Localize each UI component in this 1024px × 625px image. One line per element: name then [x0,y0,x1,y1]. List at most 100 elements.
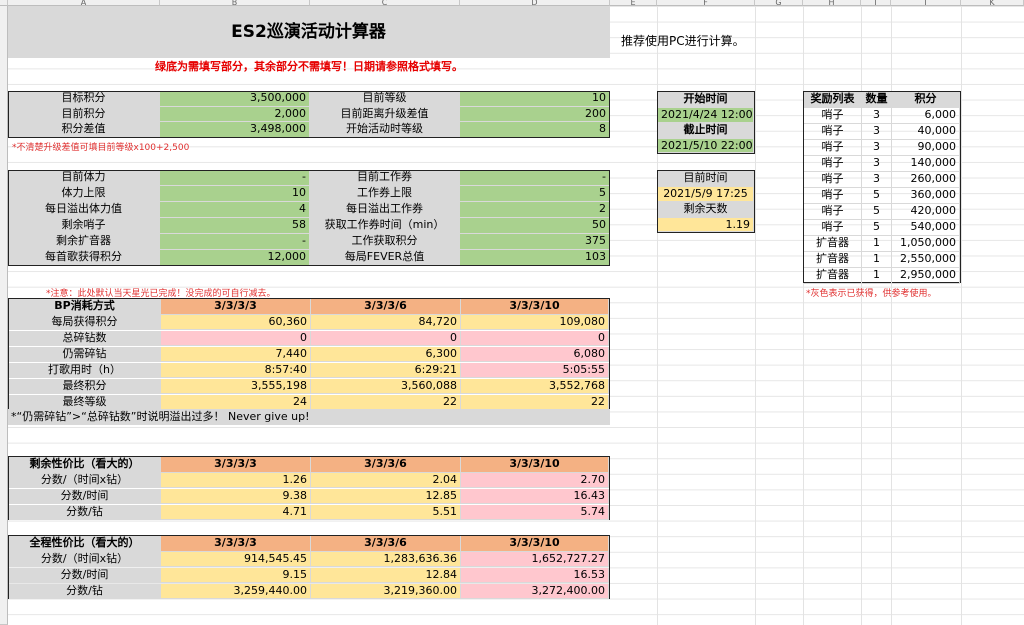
full_ratio-cell: 9.15 [161,568,311,583]
row-number-strip[interactable] [0,6,8,625]
col-header-e[interactable]: E [610,0,657,6]
bp-cell: 仍需碎钻 [9,347,161,362]
reward-item: 哨子 [804,124,862,140]
full_ratio-header: 3/3/3/3 [161,536,311,552]
reward-qty: 1 [862,236,892,252]
full_ratio-cell: 12.84 [311,568,461,583]
resource-input[interactable]: 2 [460,202,610,218]
full_ratio-cell: 分数/（时间x钻） [9,552,161,567]
reward-note: *灰色表示已获得，供参考使用。 [806,289,937,299]
remain_ratio-cell: 分数/（时间x钻） [9,473,161,488]
reward-item: 哨子 [804,108,862,124]
col-header-f[interactable]: F [657,0,755,6]
resource-label: 每首歌获得积分 [8,250,160,266]
resource-input[interactable]: 375 [460,234,610,250]
subtitle: 绿底为需填写部分，其余部分不需填写！日期请参照格式填写。 [155,60,463,73]
resource-input[interactable]: 10 [160,186,310,202]
resource-input[interactable]: - [460,170,610,186]
bp-cell: 8:57:40 [161,363,311,378]
remain_ratio-header: 3/3/3/10 [461,457,609,473]
reward-qty: 1 [862,252,892,268]
current-score-input[interactable]: 2,000 [160,107,310,122]
remain_ratio-header: 3/3/3/3 [161,457,311,473]
bp-cell: 打歌用时（h） [9,363,161,378]
reward-header: 奖励列表 [804,92,862,108]
full_ratio-cell: 914,545.45 [161,552,311,567]
remain_ratio-cell: 2.04 [311,473,461,488]
reward-qty: 5 [862,188,892,204]
remaining-days-label: 剩余天数 [658,202,754,218]
full_ratio-cell: 1,652,727.27 [461,552,609,567]
resource-input[interactable]: 4 [160,202,310,218]
full_ratio-header: 3/3/3/6 [311,536,461,552]
col-header-k[interactable]: K [961,0,1024,6]
bp-header: 3/3/3/3 [161,299,311,315]
start-level-input[interactable]: 8 [460,122,610,138]
reward-qty: 3 [862,156,892,172]
reward-qty: 5 [862,204,892,220]
reward-points: 360,000 [892,188,960,204]
resource-section: 目前体力 - 目前工作券 - 体力上限 10 工作券上限 5 每日溢出体力值 4 每日溢出工作券 2 剩… [8,170,610,266]
col-header-h[interactable]: H [803,0,861,6]
bp-cell: 5:05:55 [461,363,609,378]
bp-header: 3/3/3/6 [311,299,461,315]
reward-points: 6,000 [892,108,960,124]
reward-qty: 3 [862,140,892,156]
bp-cell: 109,080 [461,315,609,330]
remain_ratio-cell: 5.74 [461,505,609,520]
resource-label: 体力上限 [8,186,160,202]
reward-item: 哨子 [804,172,862,188]
reward-points: 420,000 [892,204,960,220]
bp-cell: 0 [161,331,311,346]
resource-input[interactable]: 58 [160,218,310,234]
bp-cell: 最终积分 [9,379,161,394]
reward-qty: 5 [862,220,892,236]
target-score-label: 目标积分 [8,91,160,107]
now-time-box: 目前时间 2021/5/9 17:25 剩余天数 1.19 [657,170,755,233]
full_ratio-cell: 分数/钻 [9,584,161,599]
now-time-value: 2021/5/9 17:25 [658,187,754,202]
bp-cell: 6,080 [461,347,609,362]
current-score-label: 目前积分 [8,107,160,122]
level-diff-label: 目前距离升级差值 [310,107,460,122]
col-header-i[interactable]: I [861,0,891,6]
resource-label: 目前工作券 [310,170,460,186]
full_ratio-header: 全程性价比（看大的） [9,536,161,552]
resource-input[interactable]: - [160,170,310,186]
reward-header: 数量 [862,92,892,108]
resource-input[interactable]: 5 [460,186,610,202]
remain_ratio-cell: 1.26 [161,473,311,488]
score-diff-label: 积分差值 [8,122,160,138]
bp-cell: 最终等级 [9,395,161,410]
resource-label: 工作获取积分 [310,234,460,250]
resource-input[interactable]: 12,000 [160,250,310,266]
resource-input[interactable]: 50 [460,218,610,234]
col-header-g[interactable]: G [755,0,803,6]
level-diff-input[interactable]: 200 [460,107,610,122]
target-score-input[interactable]: 3,500,000 [160,91,310,107]
col-header-j[interactable]: J [891,0,961,6]
bp-cell: 24 [161,395,311,410]
end-time-input[interactable]: 2021/5/10 22:00 [658,139,754,153]
bp-cell: 每局获得积分 [9,315,161,330]
bp-cell: 0 [461,331,609,346]
bp-cell: 7,440 [161,347,311,362]
reward-table: 奖励列表 数量 积分 哨子 3 6,000 哨子 3 40,000 哨子 3 90,000 哨子 3 140… [803,91,961,284]
spreadsheet: A B C D E F G H I J K ES2巡演活动计算器 绿底为需填写部… [0,0,1024,625]
current-level-input[interactable]: 10 [460,91,610,107]
reward-item: 哨子 [804,188,862,204]
reward-qty: 3 [862,124,892,140]
reward-item: 扩音器 [804,268,862,284]
start-time-input[interactable]: 2021/4/24 12:00 [658,108,754,123]
score-diff-value: 3,498,000 [160,122,310,138]
resource-input[interactable]: 103 [460,250,610,266]
resource-label: 目前体力 [8,170,160,186]
resource-label: 每日溢出工作券 [310,202,460,218]
reward-qty: 3 [862,172,892,188]
reward-points: 40,000 [892,124,960,140]
reward-item: 哨子 [804,140,862,156]
overflow-note: *“仍需碎钻”>“总碎钻数”时说明溢出过多！ Never give up! [8,409,610,425]
resource-input[interactable]: - [160,234,310,250]
full_ratio-header: 3/3/3/10 [461,536,609,552]
full_ratio-cell: 1,283,636.36 [311,552,461,567]
